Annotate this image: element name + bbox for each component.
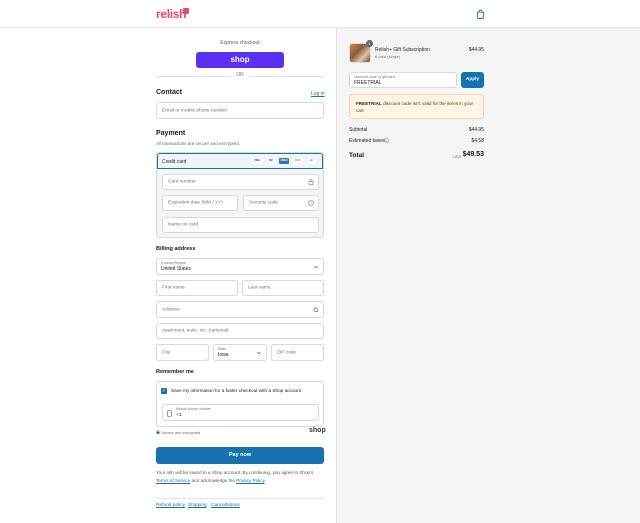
contact-heading: Contact <box>156 89 183 96</box>
relish-logo[interactable]: relish <box>156 7 187 21</box>
amex-icon: AMEX <box>279 158 289 164</box>
shipping-link[interactable]: Shipping <box>188 503 207 508</box>
chevron-down-icon <box>314 265 318 268</box>
name-on-card-field[interactable]: Name on card <box>162 217 319 233</box>
subtotal-value: $44.95 <box>468 127 484 133</box>
mobile-phone-field[interactable]: Mobile phone number +1 <box>162 404 319 421</box>
total-label: Total <box>349 152 365 159</box>
shop-logo: shop <box>309 427 326 434</box>
estimated-taxes-value: $4.58 <box>471 138 484 144</box>
log-in-link[interactable]: Log in <box>311 91 325 97</box>
discount-code-field[interactable]: Discount code or gift card FREETRIAL <box>349 72 457 88</box>
save-info-checkbox[interactable]: ✓ <box>161 388 167 394</box>
discount-warning: FREETRIAL discount code isn't valid for … <box>349 94 484 119</box>
lock-icon <box>308 179 314 185</box>
city-field[interactable]: City <box>156 344 209 361</box>
shopping-bag-icon[interactable] <box>476 9 485 19</box>
estimated-taxes-label: Estimated taxes <box>349 138 385 144</box>
phone-icon <box>167 410 172 417</box>
chevron-down-icon <box>257 351 261 354</box>
last-name-field[interactable]: Last name <box>242 280 324 296</box>
refund-policy-link[interactable]: Refund policy <box>156 503 185 508</box>
address-field[interactable]: Address <box>156 301 324 318</box>
security-code-field[interactable]: Security code <box>243 195 319 211</box>
total-value: $49.53 <box>462 151 484 158</box>
or-divider: OR <box>156 72 324 80</box>
lock-icon <box>156 430 160 434</box>
search-icon <box>313 307 319 312</box>
subtotal-label: Subtotal <box>349 127 368 133</box>
credit-card-option[interactable]: Credit card VISA MC AMEX DISC +4 <box>157 153 323 169</box>
credit-card-section: Credit card VISA MC AMEX DISC +4 Card nu… <box>156 152 324 238</box>
express-checkout-label: Express checkout <box>220 40 260 46</box>
logo-plus-badge <box>183 8 189 14</box>
privacy-link[interactable]: Privacy Policy <box>236 478 264 483</box>
header: relish <box>0 0 640 28</box>
quantity-badge: 1 <box>366 40 373 47</box>
terms-link[interactable]: Terms of Service <box>156 478 190 483</box>
mastercard-icon: MC <box>266 158 276 164</box>
zip-code-field[interactable]: ZIP code <box>271 344 324 361</box>
state-select[interactable]: State Iowa <box>213 344 267 361</box>
secure-note: Secure and encrypted <box>161 430 201 435</box>
shop-pay-button[interactable]: shop <box>196 52 284 68</box>
visa-icon: VISA <box>252 158 262 164</box>
apply-discount-button[interactable]: Apply <box>461 72 484 88</box>
apartment-field[interactable]: Apartment, suite, etc. (optional) <box>156 323 324 339</box>
email-field[interactable]: Email or mobile phone number <box>156 102 324 119</box>
payment-subtitle: All transactions are secure and encrypte… <box>156 141 241 146</box>
cancellations-link[interactable]: Cancellations <box>211 503 240 508</box>
product-price: $44.95 <box>468 47 484 53</box>
billing-address-heading: Billing address <box>156 246 196 252</box>
help-icon[interactable] <box>308 200 314 206</box>
payment-heading: Payment <box>156 130 186 137</box>
expiration-date-field[interactable]: Expiration date (MM / YY) <box>162 195 238 211</box>
pay-now-button[interactable]: Pay now <box>156 447 324 464</box>
country-select[interactable]: Country/Region United States <box>156 258 324 275</box>
remember-me-section: ✓ Save my information for a faster check… <box>156 381 324 427</box>
footer-divider <box>156 498 324 499</box>
info-icon[interactable] <box>384 138 389 143</box>
first-name-field[interactable]: First name <box>156 280 238 296</box>
legal-notice: Your info will be saved to a Shop accoun… <box>156 470 314 483</box>
save-info-label: Save my information for a faster checkou… <box>171 388 302 393</box>
remember-me-heading: Remember me <box>156 369 194 375</box>
card-number-field[interactable]: Card number <box>162 174 319 190</box>
more-cards-badge: +4 <box>307 158 315 164</box>
product-variant: 6 card (single) <box>375 54 401 59</box>
product-name: Relish+ Gift Subscription <box>375 47 430 53</box>
discover-icon: DISC <box>293 158 303 164</box>
